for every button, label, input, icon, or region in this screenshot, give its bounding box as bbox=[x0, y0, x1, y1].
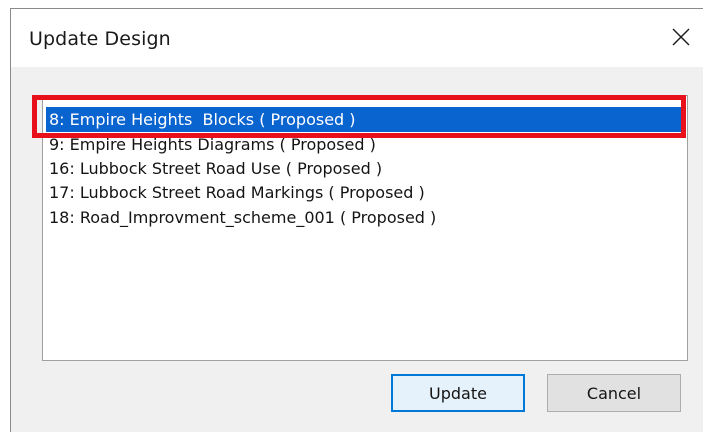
list-item[interactable]: 9: Empire Heights Diagrams ( Proposed ) bbox=[46, 132, 376, 157]
list-item[interactable]: 16: Lubbock Street Road Use ( Proposed ) bbox=[46, 156, 382, 181]
dialog-title: Update Design bbox=[29, 28, 171, 50]
list-item[interactable]: 8: Empire Heights Blocks ( Proposed ) bbox=[46, 107, 683, 132]
update-button[interactable]: Update bbox=[391, 374, 525, 412]
list-item[interactable]: 18: Road_Improvment_scheme_001 ( Propose… bbox=[46, 205, 436, 230]
list-item[interactable]: 17: Lubbock Street Road Markings ( Propo… bbox=[46, 180, 425, 205]
title-bar: Update Design bbox=[11, 9, 703, 67]
update-design-dialog: Update Design 8: Empire Heights Blocks (… bbox=[10, 8, 703, 432]
close-icon bbox=[672, 28, 690, 46]
close-button[interactable] bbox=[665, 21, 697, 53]
cancel-button[interactable]: Cancel bbox=[547, 374, 681, 412]
design-listbox[interactable]: 8: Empire Heights Blocks ( Proposed ) 9:… bbox=[42, 95, 688, 361]
